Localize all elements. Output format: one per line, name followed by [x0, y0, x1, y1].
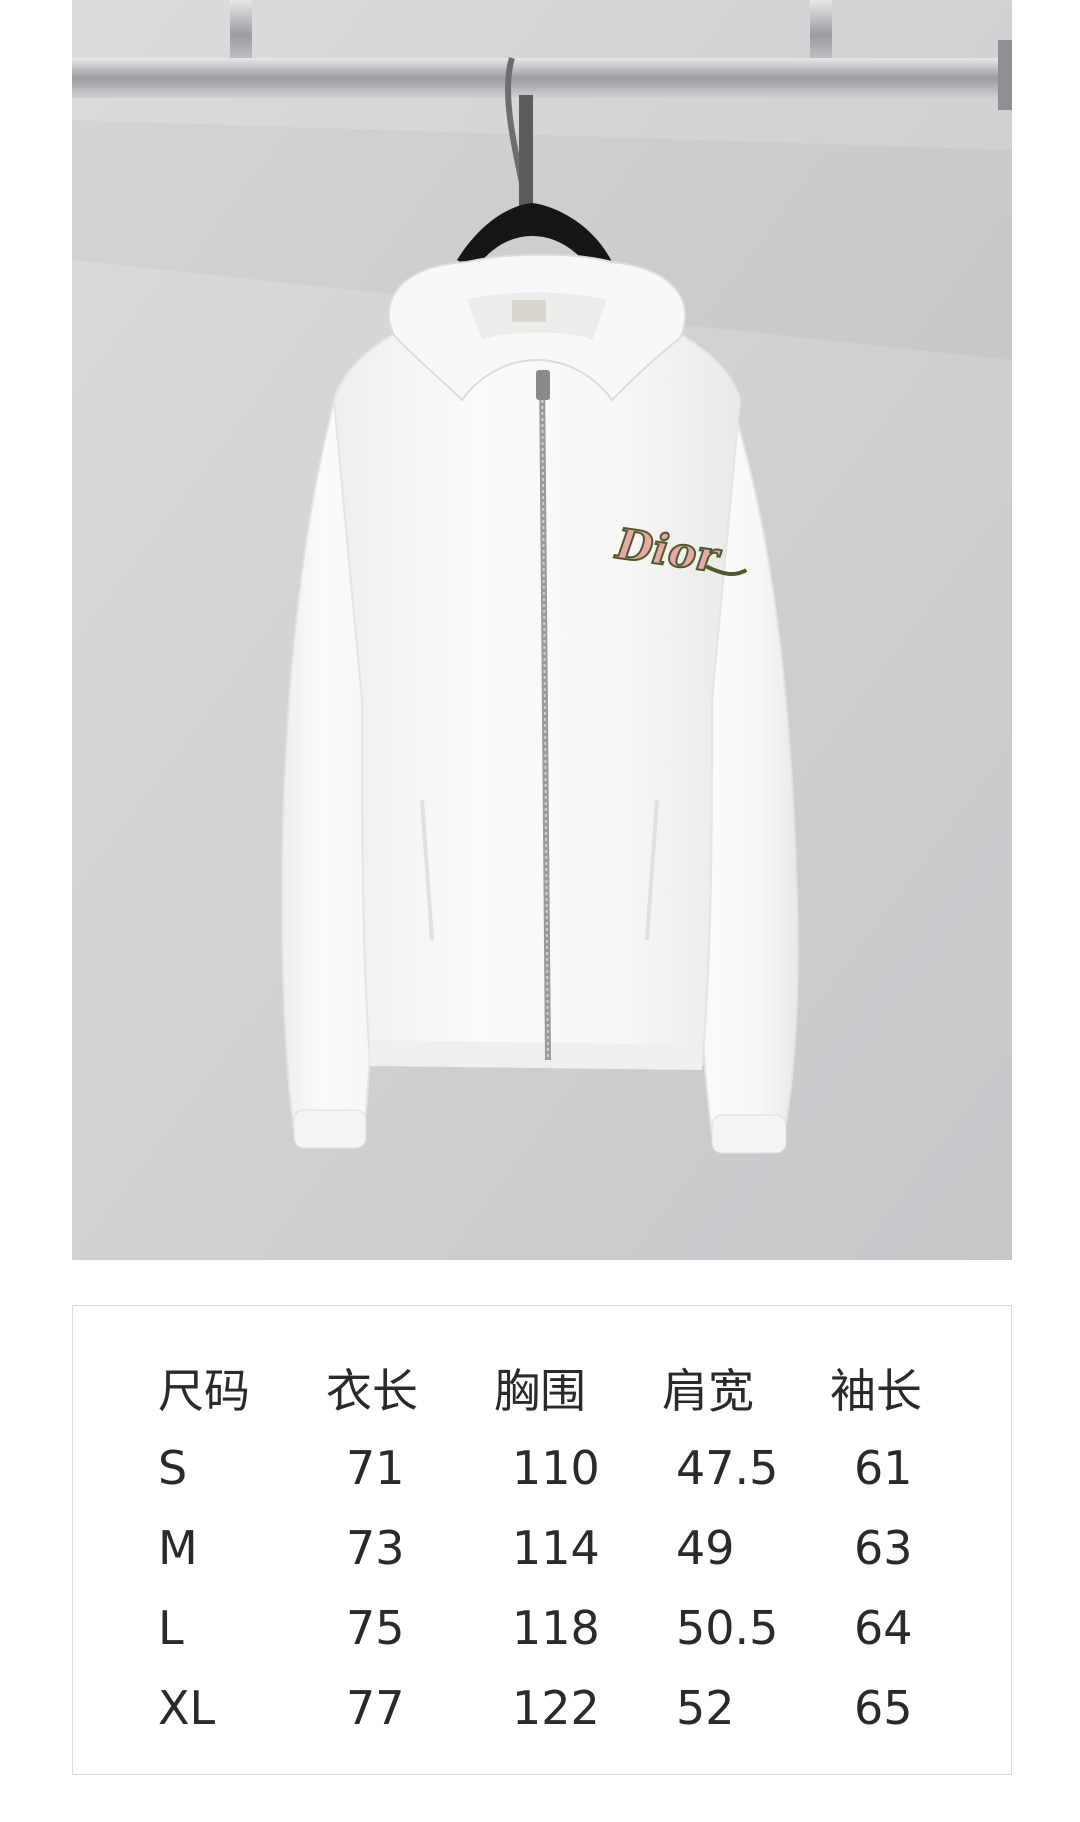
size-cell: L [158, 1601, 184, 1655]
header-chest: 胸围 [494, 1364, 586, 1418]
length-cell: 77 [346, 1681, 405, 1735]
size-cell: M [158, 1521, 198, 1575]
header-size: 尺码 [158, 1364, 250, 1418]
sleeve-cell: 64 [854, 1601, 913, 1655]
sleeve-cell: 61 [854, 1441, 913, 1495]
shoulder-cell: 49 [676, 1521, 735, 1575]
shoulder-cell: 47.5 [676, 1441, 779, 1495]
header-shoulder: 肩宽 [662, 1364, 754, 1418]
chest-cell: 118 [512, 1601, 600, 1655]
table-row: S 71 110 47.5 61 [158, 1428, 938, 1508]
length-cell: 73 [346, 1521, 405, 1575]
length-cell: 75 [346, 1601, 405, 1655]
sleeve-cell: 65 [854, 1681, 913, 1735]
size-chart-card: 尺码 衣长 胸围 肩宽 袖长 S 71 110 47.5 61 M 73 114… [72, 1305, 1012, 1775]
shoulder-cell: 50.5 [676, 1601, 779, 1655]
size-chart-header-row: 尺码 衣长 胸围 肩宽 袖长 [158, 1348, 938, 1428]
length-cell: 71 [346, 1441, 405, 1495]
header-sleeve: 袖长 [830, 1364, 922, 1418]
size-cell: XL [158, 1681, 216, 1735]
chest-cell: 110 [512, 1441, 600, 1495]
shoulder-cell: 52 [676, 1681, 735, 1735]
product-photo: Dior [72, 0, 1012, 1260]
table-row: M 73 114 49 63 [158, 1508, 938, 1588]
header-length: 衣长 [326, 1364, 418, 1418]
chest-cell: 114 [512, 1521, 600, 1575]
sleeve-cell: 63 [854, 1521, 913, 1575]
table-row: L 75 118 50.5 64 [158, 1588, 938, 1668]
chest-cell: 122 [512, 1681, 600, 1735]
table-row: XL 77 122 52 65 [158, 1668, 938, 1748]
size-chart-table: 尺码 衣长 胸围 肩宽 袖长 S 71 110 47.5 61 M 73 114… [158, 1348, 938, 1748]
size-cell: S [158, 1441, 188, 1495]
jacket [280, 253, 799, 1154]
jacket-illustration: Dior [72, 0, 1012, 1260]
